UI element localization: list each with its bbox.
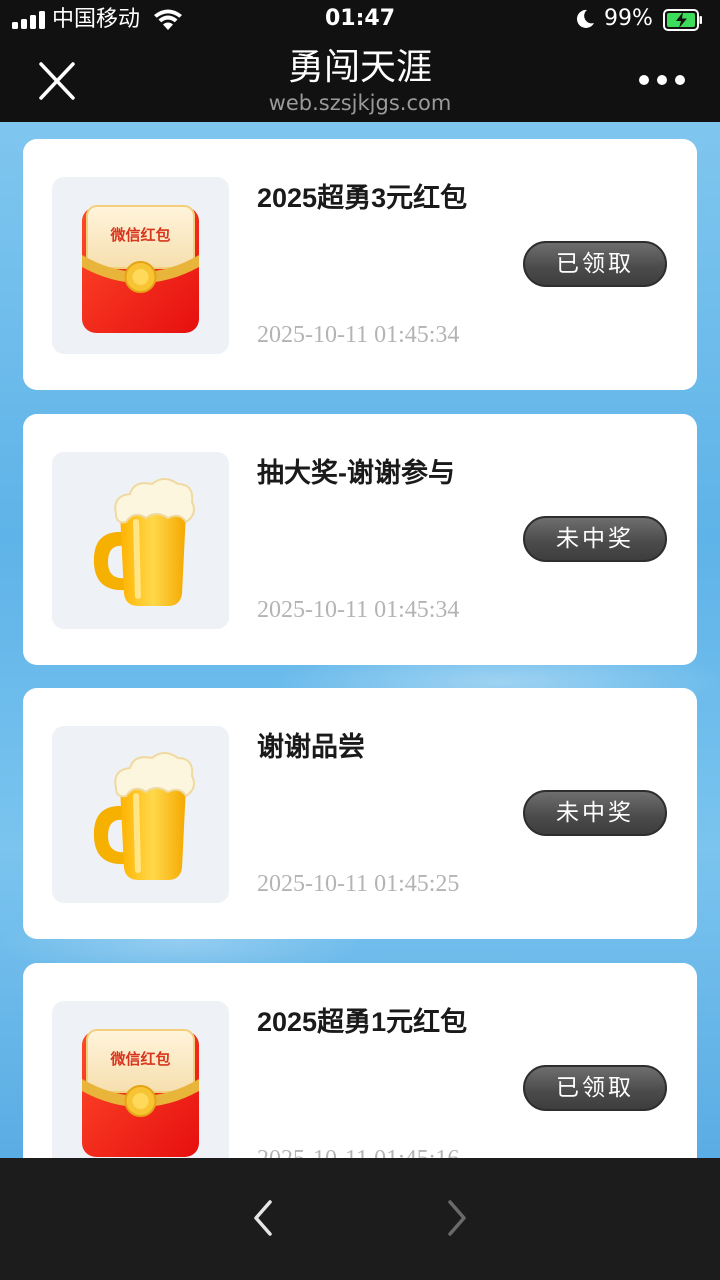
no-prize-status-button[interactable]: 未中奖 [523,516,667,562]
red-envelope-icon [82,205,199,333]
list-item[interactable]: 微信红包 2025超勇1元红包 已领取 2025-10-11 01:45:16 [23,963,697,1158]
record-timestamp: 2025-10-11 01:45:16 [257,1143,459,1158]
prize-title: 抽大奖-谢谢参与 [257,458,455,488]
record-timestamp: 2025-10-11 01:45:25 [257,871,460,897]
no-prize-status-button[interactable]: 未中奖 [523,790,667,836]
battery-charging-icon [663,9,702,31]
record-list[interactable]: 微信红包 2025超勇3元红包 已领取 2025-10-11 01:45:34 … [0,122,720,1158]
page-url: web.szsjkjgs.com [268,91,452,115]
more-options-icon[interactable] [636,68,688,92]
prize-thumbnail: 微信红包 [52,177,229,354]
red-envelope-icon [82,1029,199,1157]
do-not-disturb-moon-icon [576,9,594,28]
browser-nav-bar [0,1158,720,1280]
back-arrow-icon[interactable] [248,1198,278,1238]
list-item[interactable]: 抽大奖-谢谢参与 未中奖 2025-10-11 01:45:34 [23,414,697,665]
title-bar: 勇闯天涯 web.szsjkjgs.com [0,40,720,122]
battery-percentage: 99% [604,6,653,31]
envelope-label: 微信红包 [110,226,171,244]
beer-mug-icon [93,752,195,880]
prize-title: 2025超勇1元红包 [257,1007,468,1037]
claimed-status-button[interactable]: 已领取 [523,241,667,287]
prize-title: 谢谢品尝 [257,732,365,762]
status-bar: 中国移动 01:47 99% [0,0,720,40]
prize-title: 2025超勇3元红包 [257,183,468,213]
record-timestamp: 2025-10-11 01:45:34 [257,597,460,623]
prize-thumbnail: 微信红包 [52,1001,229,1158]
claimed-status-button[interactable]: 已领取 [523,1065,667,1111]
forward-arrow-icon[interactable] [442,1198,472,1238]
prize-thumbnail [52,726,229,903]
record-timestamp: 2025-10-11 01:45:34 [257,322,460,348]
prize-thumbnail [52,452,229,629]
envelope-label: 微信红包 [110,1050,171,1068]
list-item[interactable]: 谢谢品尝 未中奖 2025-10-11 01:45:25 [23,688,697,939]
page-title: 勇闯天涯 [287,47,432,88]
list-item[interactable]: 微信红包 2025超勇3元红包 已领取 2025-10-11 01:45:34 [23,139,697,390]
beer-mug-icon [93,478,195,606]
